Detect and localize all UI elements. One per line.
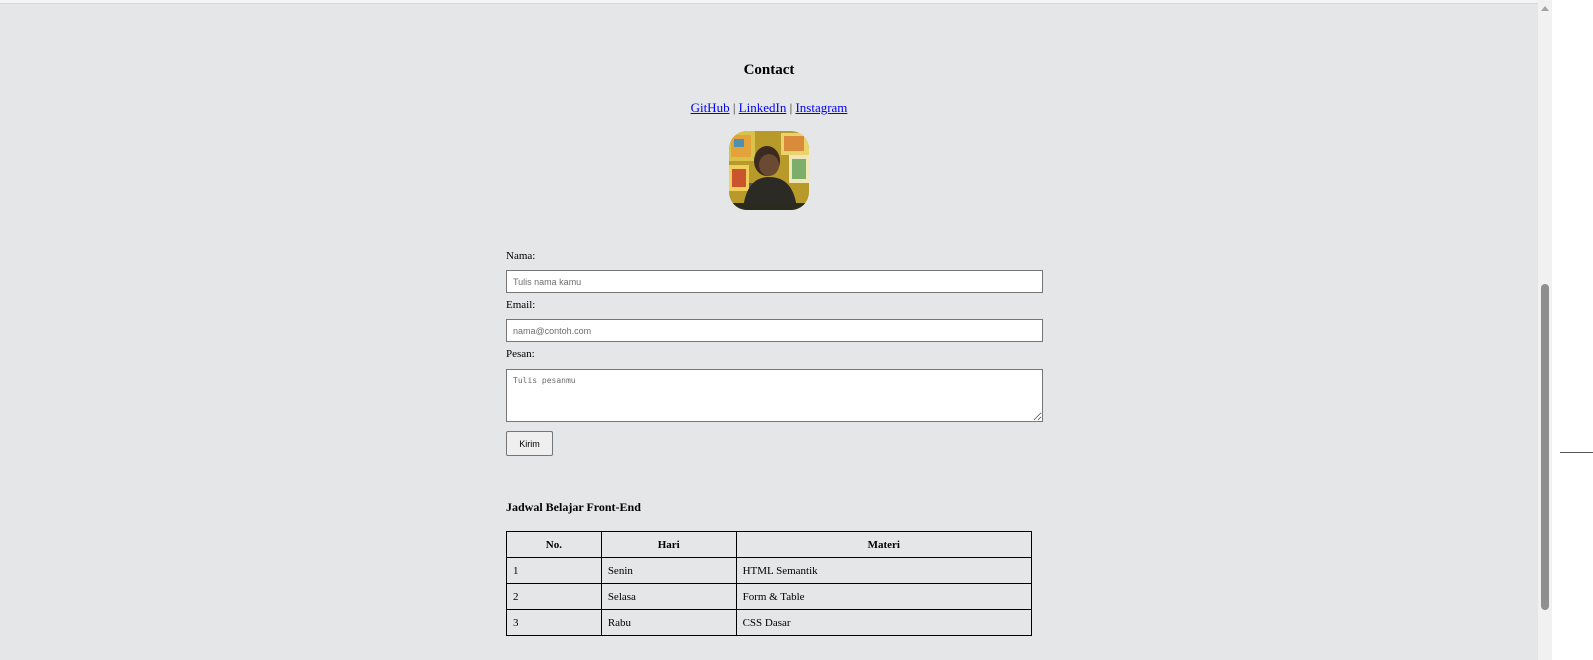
cell-hari: Rabu [600,609,737,636]
scrollbar-thumb[interactable] [1541,284,1549,610]
link-separator: | [732,100,736,115]
table-row: 2 Selasa Form & Table [506,583,1033,610]
social-links: GitHub | LinkedIn | Instagram [0,100,1538,116]
column-header-no: No. [506,531,602,558]
instagram-link[interactable]: Instagram [795,100,847,115]
cell-materi: CSS Dasar [735,609,1033,636]
message-label: Pesan: [506,348,535,360]
schedule-table: No. Hari Materi 1 Senin HTML Semantik 2 … [506,531,1033,636]
table-header-row: No. Hari Materi [506,531,1033,558]
page-content: Contact GitHub | LinkedIn | Instagram Na… [0,0,1538,660]
link-separator: | [789,100,793,115]
cell-materi: HTML Semantik [735,557,1033,584]
cell-hari: Selasa [600,583,737,610]
name-input[interactable] [506,270,1043,293]
email-input[interactable] [506,319,1043,342]
table-row: 3 Rabu CSS Dasar [506,609,1033,636]
scroll-up-arrow-icon[interactable] [1541,6,1549,11]
message-textarea[interactable] [506,369,1043,422]
profile-photo [729,131,809,210]
cell-no: 3 [506,609,602,636]
linkedin-link[interactable]: LinkedIn [739,100,787,115]
submit-button[interactable]: Kirim [506,431,553,456]
schedule-heading: Jadwal Belajar Front-End [506,500,641,514]
cell-hari: Senin [600,557,737,584]
cell-materi: Form & Table [735,583,1033,610]
cell-no: 2 [506,583,602,610]
table-row: 1 Senin HTML Semantik [506,557,1033,584]
side-panel [1552,0,1593,660]
vertical-scrollbar[interactable] [1538,0,1552,660]
github-link[interactable]: GitHub [691,100,730,115]
cell-no: 1 [506,557,602,584]
column-header-hari: Hari [600,531,737,558]
divider [1560,452,1593,453]
name-label: Nama: [506,250,536,262]
email-label: Email: [506,299,536,311]
contact-heading: Contact [743,62,795,78]
column-header-materi: Materi [735,531,1033,558]
